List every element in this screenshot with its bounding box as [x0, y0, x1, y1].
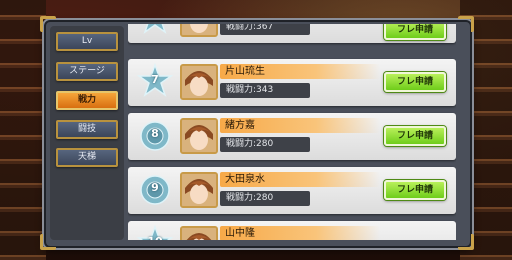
- ranking-row: 8 緒方嘉 戦闘力:280 フレ申請: [128, 113, 456, 160]
- rank-badge: 7: [136, 62, 174, 101]
- friend-request-button[interactable]: フレ申請: [384, 180, 446, 200]
- rank-badge: 6: [136, 24, 174, 38]
- panel-corner-ornament: [458, 234, 474, 250]
- rank-badge: 8: [136, 117, 174, 155]
- player-power: 戦闘力:280: [220, 137, 310, 152]
- player-name: 大田泉水: [220, 172, 380, 187]
- sort-tab-power[interactable]: 戦力: [56, 91, 118, 110]
- player-power: 戦闘力:343: [220, 83, 310, 98]
- rank-badge: 9: [136, 171, 174, 209]
- friend-request-button[interactable]: フレ申請: [384, 24, 446, 40]
- player-name: 片山琉生: [220, 64, 380, 79]
- ranking-row: 9 大田泉水 戦闘力:280 フレ申請: [128, 167, 456, 214]
- player-name: 緒方嘉: [220, 118, 380, 133]
- ranking-row: 10 山中隆: [128, 221, 456, 240]
- friend-request-button[interactable]: フレ申請: [384, 126, 446, 146]
- ranking-row: 7 片山琉生 戦闘力:343 フレ申請: [128, 59, 456, 106]
- star-rank-icon: [143, 24, 167, 34]
- bookshelf-left: [0, 0, 46, 260]
- player-avatar: [180, 118, 218, 154]
- player-name: 山中隆: [220, 226, 380, 240]
- rank-number: 7: [151, 73, 159, 86]
- sort-tab-arena[interactable]: 闘技: [56, 120, 118, 139]
- rank-number: 10: [136, 235, 174, 240]
- sort-tab-ladder[interactable]: 天梯: [56, 148, 118, 167]
- player-avatar: [180, 172, 218, 208]
- player-power: 戦闘力:367: [220, 24, 310, 35]
- ranking-list[interactable]: 6 戦闘力:367 フレ申請 7 片山琉生 戦闘力:343 フレ申請 8 緒方嘉…: [128, 24, 456, 240]
- rank-badge: 10: [136, 224, 174, 240]
- player-avatar: [180, 226, 218, 240]
- ranking-row: 6 戦闘力:367 フレ申請: [128, 24, 456, 43]
- rank-number: 9: [151, 181, 159, 194]
- player-avatar: [180, 24, 218, 37]
- sort-tab-stage[interactable]: ステージ: [56, 62, 118, 81]
- rank-number: 8: [151, 127, 159, 140]
- panel-corner-ornament: [458, 16, 474, 32]
- player-power: 戦闘力:280: [220, 191, 310, 206]
- player-avatar: [180, 64, 218, 100]
- friend-request-button[interactable]: フレ申請: [384, 72, 446, 92]
- sort-tab-level[interactable]: Lv: [56, 32, 118, 51]
